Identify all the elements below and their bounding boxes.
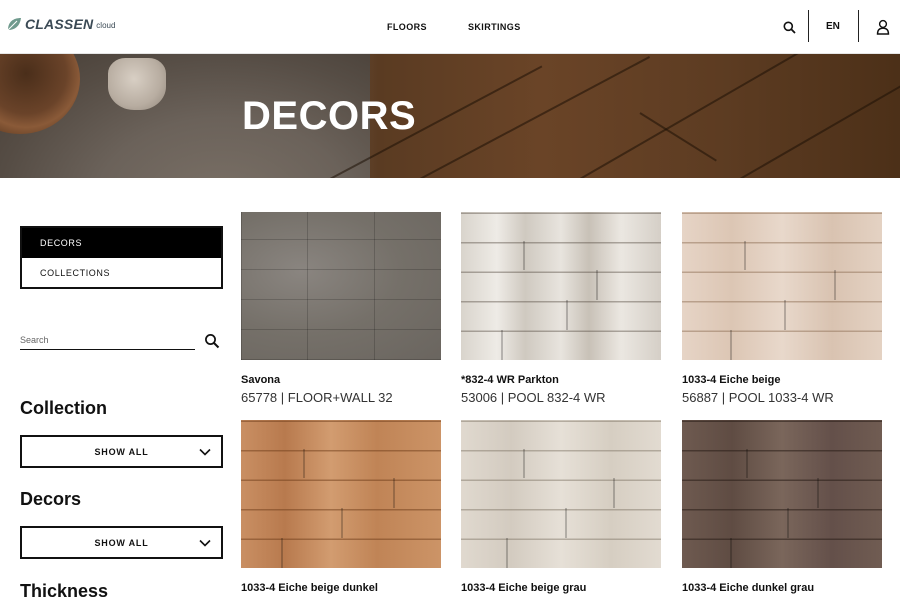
product-image xyxy=(682,420,882,568)
search-bar xyxy=(20,330,223,352)
page-title: DECORS xyxy=(242,94,417,138)
collection-dropdown[interactable]: SHOW ALL xyxy=(20,435,223,468)
nav-floors[interactable]: FLOORS xyxy=(387,22,427,32)
product-card[interactable]: 1033-4 Eiche dunkel grau xyxy=(682,420,882,594)
tab-decors[interactable]: DECORS xyxy=(22,228,221,258)
filter-heading-decors: Decors xyxy=(20,489,82,509)
product-card[interactable]: 1033-4 Eiche beige grau xyxy=(461,420,661,594)
product-code: 53006 | POOL 832-4 WR xyxy=(461,390,606,405)
product-code: 65778 | FLOOR+WALL 32 xyxy=(241,390,393,405)
product-image xyxy=(461,420,661,568)
logo-text: CLASSEN xyxy=(25,16,94,32)
product-image xyxy=(461,212,661,360)
language-selector[interactable]: EN xyxy=(826,21,840,32)
chevron-down-icon xyxy=(199,448,211,456)
product-image xyxy=(241,420,441,568)
site-header: CLASSEN cloud FLOORS SKIRTINGS EN xyxy=(0,0,900,54)
product-name: 1033-4 Eiche beige xyxy=(682,374,781,386)
classen-logo[interactable]: CLASSEN cloud xyxy=(6,16,115,32)
search-icon[interactable] xyxy=(204,333,220,349)
leaf-logo-icon xyxy=(7,18,21,31)
dropdown-value: SHOW ALL xyxy=(94,537,149,548)
product-name: Savona xyxy=(241,374,281,386)
filter-heading-thickness: Thickness xyxy=(20,581,109,600)
dropdown-value: SHOW ALL xyxy=(94,446,149,457)
product-card[interactable]: 1033-4 Eiche beige 56887 | POOL 1033-4 W… xyxy=(682,212,882,405)
product-name: 1033-4 Eiche beige grau xyxy=(461,582,587,594)
tab-collections[interactable]: COLLECTIONS xyxy=(22,258,221,288)
product-name: 1033-4 Eiche beige dunkel xyxy=(241,582,378,594)
hero-banner: DECORS xyxy=(0,54,900,178)
product-image xyxy=(241,212,441,360)
hero-vase-image xyxy=(108,58,166,110)
hero-plank-line xyxy=(419,56,651,178)
view-tabs: DECORS COLLECTIONS xyxy=(20,226,223,289)
logo-subtext: cloud xyxy=(96,21,116,30)
product-code: 56887 | POOL 1033-4 WR xyxy=(682,390,834,405)
filter-heading-collection: Collection xyxy=(20,398,108,418)
product-image xyxy=(682,212,882,360)
nav-skirtings[interactable]: SKIRTINGS xyxy=(468,22,521,32)
product-name: *832-4 WR Parkton xyxy=(461,374,559,386)
product-card[interactable]: Savona 65778 | FLOOR+WALL 32 xyxy=(241,212,441,405)
user-icon[interactable] xyxy=(873,17,893,37)
header-divider xyxy=(808,10,809,42)
product-card[interactable]: 1033-4 Eiche beige dunkel xyxy=(241,420,441,594)
decors-dropdown[interactable]: SHOW ALL xyxy=(20,526,223,559)
chevron-down-icon xyxy=(199,539,211,547)
hero-plank-line xyxy=(739,68,900,178)
search-input[interactable] xyxy=(20,330,195,350)
search-icon[interactable] xyxy=(779,17,799,37)
product-card[interactable]: *832-4 WR Parkton 53006 | POOL 832-4 WR xyxy=(461,212,661,405)
product-name: 1033-4 Eiche dunkel grau xyxy=(682,582,815,594)
header-divider xyxy=(858,10,859,42)
